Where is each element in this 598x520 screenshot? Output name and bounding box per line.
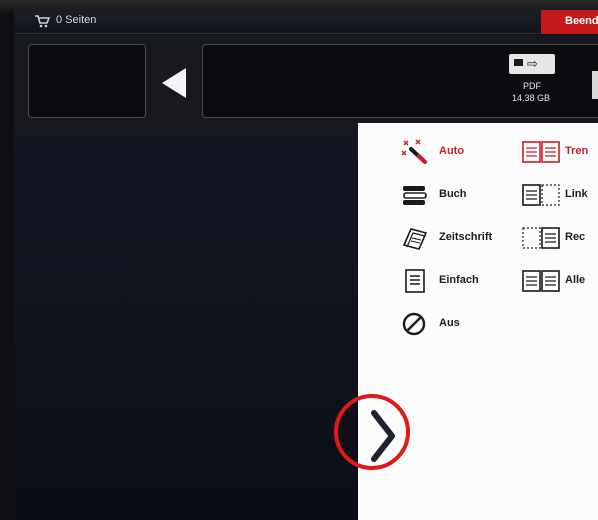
finish-button[interactable]: Beend — [541, 10, 598, 34]
next-arrow-icon[interactable] — [592, 71, 598, 99]
highlight-circle — [334, 394, 410, 470]
option-label: Einfach — [439, 274, 479, 286]
option-label: Tren — [565, 145, 589, 157]
option-label: Alle — [565, 274, 586, 286]
off-icon — [402, 312, 426, 336]
all-pages-icon — [522, 270, 560, 292]
option-label: Link — [565, 188, 588, 200]
option-label: Auto — [439, 145, 465, 157]
scan-preview-area — [14, 131, 358, 520]
top-bar: 0 Seiten Beend — [14, 8, 598, 34]
usb-card-icon[interactable]: ⇨ — [509, 54, 555, 74]
navigation-strip: ⇨ PDF 14.38 GB — [14, 35, 598, 131]
magazine-icon — [402, 228, 428, 250]
two-pages-icon — [522, 141, 560, 163]
magic-wand-icon — [401, 139, 427, 164]
cart-icon[interactable] — [34, 14, 50, 28]
storage-size: 14.38 GB — [511, 93, 551, 103]
scanner-screen: 0 Seiten Beend ⇨ PDF 14.38 GB Auto Buch … — [14, 8, 598, 520]
right-page-icon — [522, 227, 560, 249]
storage-format: PDF — [523, 81, 541, 91]
sd-card-icon — [514, 59, 523, 66]
usb-icon: ⇨ — [527, 56, 538, 71]
option-label: Aus — [439, 317, 460, 329]
left-page-icon — [522, 184, 560, 206]
single-page-icon — [405, 269, 425, 293]
previous-arrow-icon[interactable] — [162, 68, 186, 98]
option-label: Zeitschrift — [439, 231, 493, 243]
page-count-label: 0 Seiten — [56, 14, 97, 26]
option-label: Rec — [565, 231, 586, 243]
preview-box[interactable] — [28, 44, 146, 118]
book-stack-icon — [403, 186, 427, 205]
option-label: Buch — [439, 188, 467, 200]
